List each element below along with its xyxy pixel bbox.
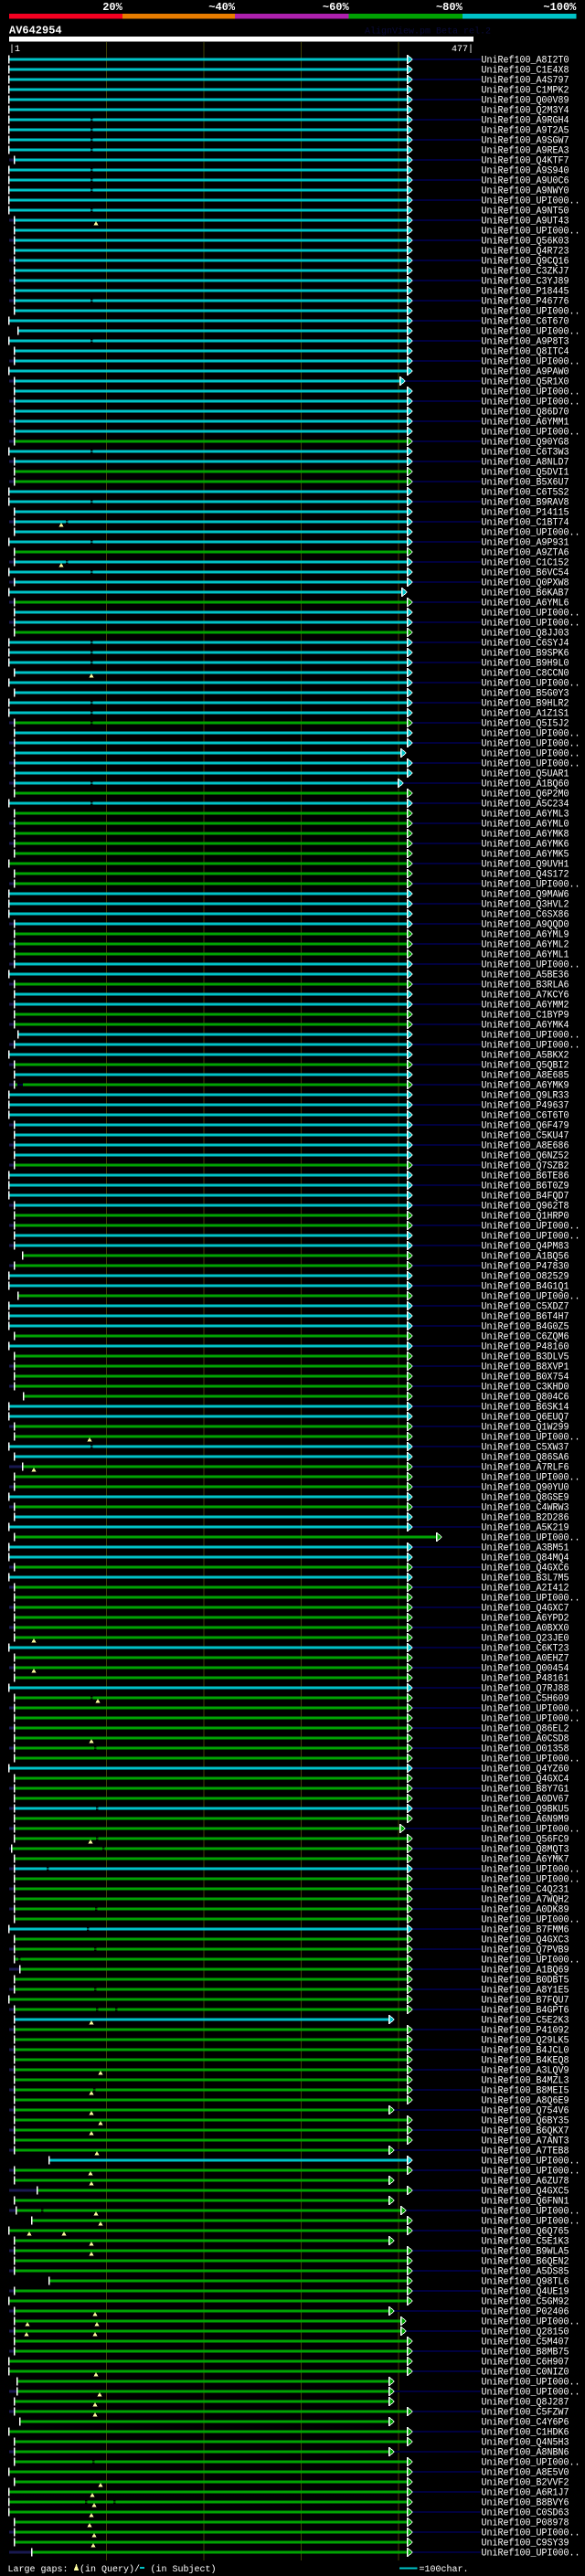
svg-text:Large gaps:: Large gaps: xyxy=(8,2565,69,2575)
svg-text:AlignView.pm Beta rel.2: AlignView.pm Beta rel.2 xyxy=(365,27,491,37)
svg-text:=100char.: =100char. xyxy=(420,2564,469,2575)
svg-text:~100%: ~100% xyxy=(543,1,577,14)
svg-text:|1: |1 xyxy=(9,44,20,55)
svg-text:~60%: ~60% xyxy=(323,1,350,14)
svg-text:20%: 20% xyxy=(102,1,122,14)
svg-text:477|: 477| xyxy=(452,44,473,55)
svg-text:~40%: ~40% xyxy=(208,1,236,14)
svg-text:AV642954: AV642954 xyxy=(9,25,62,37)
svg-text:~80%: ~80% xyxy=(436,1,463,14)
svg-text:UniRef100_UPI000..: UniRef100_UPI000.. xyxy=(482,2549,580,2560)
svg-text:(in Query)/: (in Query)/ xyxy=(80,2564,140,2575)
svg-text:(in Subject): (in Subject) xyxy=(151,2564,217,2575)
